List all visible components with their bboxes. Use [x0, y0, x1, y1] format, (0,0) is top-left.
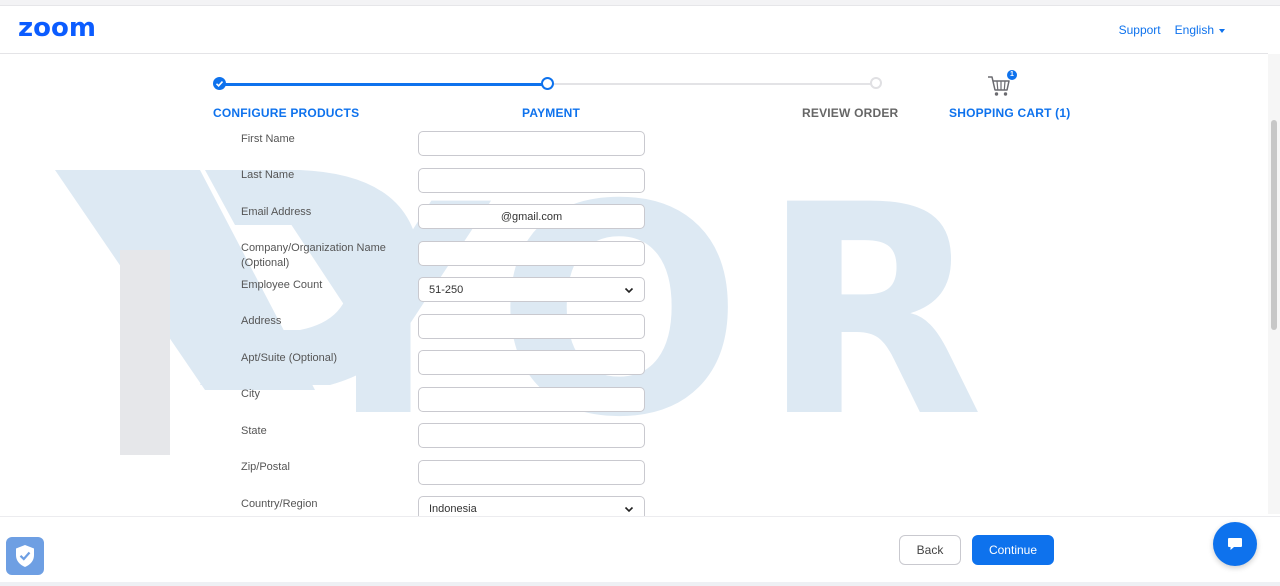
- stepper-progress-line: [219, 83, 548, 86]
- employee-count-select[interactable]: 51-250: [418, 277, 645, 302]
- shield-check-icon: [16, 545, 34, 567]
- country-label: Country/Region: [241, 498, 318, 510]
- shopping-cart-link[interactable]: SHOPPING CART (1): [949, 106, 1070, 120]
- cart-count-badge: 1: [1007, 70, 1017, 80]
- zip-input[interactable]: [418, 460, 645, 485]
- language-label: English: [1174, 23, 1214, 37]
- apt-input[interactable]: [418, 350, 645, 375]
- company-label: Company/Organization Name (Optional): [241, 242, 386, 269]
- step-payment[interactable]: PAYMENT: [522, 106, 580, 120]
- scrollbar-thumb[interactable]: [1271, 120, 1277, 330]
- last-name-label: Last Name: [241, 169, 295, 181]
- city-input[interactable]: [418, 387, 645, 412]
- chevron-down-icon: [624, 287, 634, 293]
- address-input[interactable]: [418, 314, 645, 339]
- chat-button[interactable]: [1213, 522, 1257, 566]
- zip-label: Zip/Postal: [241, 461, 290, 473]
- zoom-logo[interactable]: zoom: [18, 13, 96, 43]
- checkout-footer: Back Continue: [0, 516, 1280, 586]
- employee-count-label: Employee Count: [241, 279, 323, 291]
- back-button[interactable]: Back: [899, 535, 961, 565]
- state-label: State: [241, 425, 267, 437]
- city-label: City: [241, 388, 260, 400]
- address-label: Address: [241, 315, 282, 327]
- watermark-shape-bar: [120, 250, 170, 455]
- email-input[interactable]: [418, 204, 645, 229]
- step-review-order: REVIEW ORDER: [802, 106, 899, 120]
- chat-bubble-icon: [1228, 538, 1242, 550]
- stepper-remaining-line: [548, 83, 876, 85]
- apt-label: Apt/Suite (Optional): [241, 352, 337, 364]
- privacy-shield-button[interactable]: [6, 537, 44, 575]
- chevron-down-icon: [624, 506, 634, 512]
- step-current-dot: [541, 77, 554, 90]
- step-done-dot: [213, 77, 226, 90]
- employee-count-value: 51-250: [429, 283, 464, 296]
- first-name-input[interactable]: [418, 131, 645, 156]
- site-header: zoom Support English: [0, 6, 1268, 54]
- last-name-input[interactable]: [418, 168, 645, 193]
- email-label: Email Address: [241, 206, 312, 218]
- language-selector[interactable]: English: [1175, 23, 1225, 37]
- checkout-stepper: CONFIGURE PRODUCTS PAYMENT REVIEW ORDER …: [0, 70, 1280, 130]
- continue-button[interactable]: Continue: [972, 535, 1054, 565]
- company-input[interactable]: [418, 241, 645, 266]
- browser-bottom-strip: [0, 582, 1280, 586]
- step-configure-products[interactable]: CONFIGURE PRODUCTS: [213, 106, 359, 120]
- step-upcoming-dot: [870, 77, 882, 89]
- header-nav: Support English: [1119, 23, 1225, 37]
- country-value: Indonesia: [429, 502, 477, 515]
- support-link[interactable]: Support: [1119, 23, 1161, 37]
- state-input[interactable]: [418, 423, 645, 448]
- caret-down-icon: [1219, 28, 1225, 33]
- first-name-label: First Name: [241, 133, 295, 145]
- check-icon: [215, 81, 224, 87]
